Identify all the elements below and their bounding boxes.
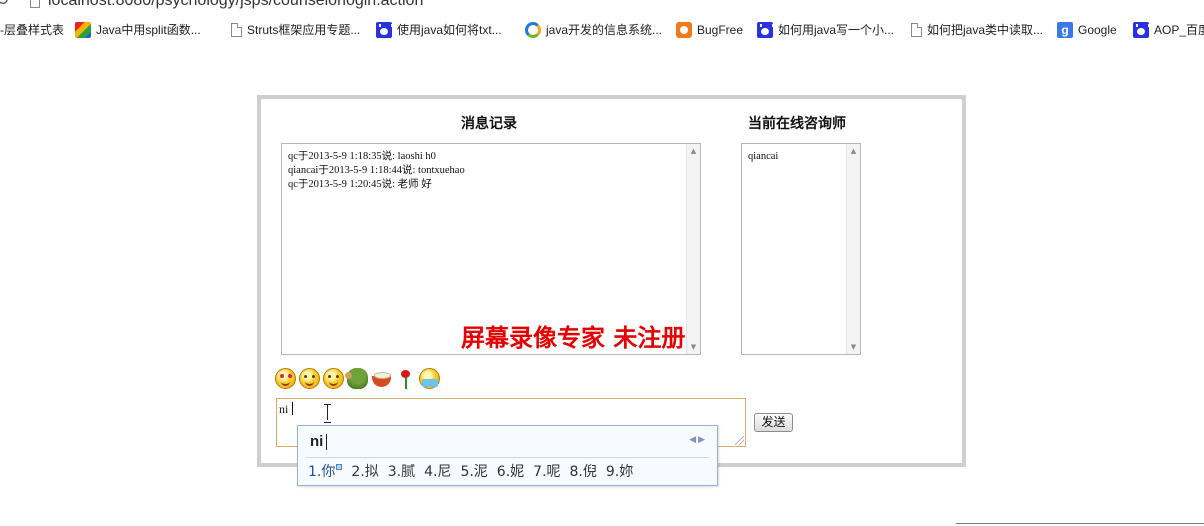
resize-grip-icon[interactable] [735,436,744,445]
online-user-list: qiancai [748,150,778,164]
heart-eyes-emoji-icon[interactable] [275,368,296,389]
grin-emoji-icon[interactable] [299,368,320,389]
bookmark-item[interactable]: 使用java如何将txt... [376,18,502,42]
ime-candidate[interactable]: 9.妳 [606,461,633,481]
bookmark-label: 如何用java写一个小... [778,23,895,37]
address-bar[interactable]: ↻ localhost:8080/psychology/jsps/counsel… [0,0,1204,12]
ime-caret [326,434,327,450]
reload-icon[interactable]: ↻ [0,0,9,8]
message-list: qc于2013-5-9 1:18:35说: laoshi h0 qiancai于… [288,150,465,192]
url-text[interactable]: localhost:8080/psychology/jsps/counselor… [48,0,423,11]
baidu-paw-icon [376,22,393,38]
google-icon: g [1057,22,1073,38]
bookmarks-bar: -层叠样式表 Java中用split函数... Struts框架应用专题... … [0,18,1204,42]
ime-pager-arrows-icon[interactable]: ◀▶ [689,435,707,445]
bookmark-label: -层叠样式表 [0,23,64,37]
bookmark-label: BugFree [697,23,744,37]
ime-candidate[interactable]: 8.倪 [570,461,597,481]
bookmark-item[interactable]: BugFree [676,18,743,42]
ibeam-cursor-icon [324,404,332,423]
page-icon [30,0,40,8]
bookmark-item[interactable]: -层叠样式表 [0,18,64,42]
ime-candidate[interactable]: 6.妮 [497,461,524,481]
ime-candidate[interactable]: 1.你 [308,461,343,481]
ime-candidate-window: ni ◀▶ 1.你 2.拟 3.腻 4.尼 5.泥 6.妮 7.呢 8.倪 9.… [297,425,718,486]
ime-candidate[interactable]: 5.泥 [460,461,487,481]
send-button[interactable]: 发送 [754,413,793,432]
message-line: qc于2013-5-9 1:20:45说: 老师 好 [288,179,432,190]
turtle-emoji-icon[interactable] [345,368,368,389]
message-line: qc于2013-5-9 1:18:35说: laoshi h0 [288,151,436,162]
ime-candidate[interactable]: 3.腻 [388,461,415,481]
shy-emoji-icon[interactable] [323,368,344,389]
bookmark-label: Struts框架应用专题... [247,23,361,37]
bookmark-item[interactable]: Struts框架应用专题... [229,18,360,42]
bookmark-item[interactable]: g Google [1057,18,1117,42]
candidate-marker-icon [336,464,343,470]
bookmark-label: 使用java如何将txt... [397,23,502,37]
page-icon [231,23,242,37]
recorder-watermark: 屏幕录像专家 未注册 [461,323,686,352]
ime-candidate-list: 1.你 2.拟 3.腻 4.尼 5.泥 6.妮 7.呢 8.倪 9.妳 [308,461,642,481]
text-caret [292,402,293,415]
page-icon [911,23,922,37]
rose-emoji-icon[interactable] [395,368,416,389]
message-input-text: ni [279,402,289,416]
message-line: qiancai于2013-5-9 1:18:44说: tontxuehao [288,165,465,176]
online-list-scrollbar[interactable]: ▲ ▼ [846,144,860,354]
multicolor-icon [75,22,91,38]
bookmark-item[interactable]: 如何把java类中读取... [909,18,1043,42]
ime-candidate-text: 1.你 [308,464,336,480]
ime-divider [306,457,709,458]
bookmark-label: java开发的信息系统... [546,23,663,37]
scroll-up-icon[interactable]: ▲ [687,145,700,157]
bookmark-label: Java中用split函数... [96,23,201,37]
bottom-divider [956,523,1204,524]
scroll-down-icon[interactable]: ▼ [847,341,860,353]
baidu-paw-icon [1133,22,1150,38]
bookmark-item[interactable]: AOP_百度 [1133,18,1204,42]
baidu-paw-icon [757,22,774,38]
online-counselors-title: 当前在线咨询师 [748,116,846,132]
scroll-up-icon[interactable]: ▲ [847,145,860,157]
bugfree-icon [676,22,692,38]
ime-candidate[interactable]: 2.拟 [351,461,378,481]
messages-title: 消息记录 [461,116,517,132]
bookmark-item[interactable]: Java中用split函数... [75,18,201,42]
bookmark-item[interactable]: java开发的信息系统... [525,18,662,42]
rice-bowl-emoji-icon[interactable] [371,368,392,389]
spinner-icon [525,22,541,38]
bookmark-item[interactable]: 如何用java写一个小... [757,18,894,42]
online-user[interactable]: qiancai [748,150,778,164]
scroll-down-icon[interactable]: ▼ [687,341,700,353]
bookmark-label: Google [1078,23,1117,37]
emoji-bar [275,368,443,392]
bookmark-label: 如何把java类中读取... [927,23,1044,37]
online-counselors-list[interactable]: qiancai ▲ ▼ [741,143,861,355]
ime-candidate[interactable]: 4.尼 [424,461,451,481]
crying-emoji-icon[interactable] [419,368,440,389]
message-scrollbar[interactable]: ▲ ▼ [686,144,700,354]
ime-composition: ni [310,433,324,450]
ime-candidate[interactable]: 7.呢 [533,461,560,481]
bookmark-label: AOP_百度 [1154,23,1204,37]
